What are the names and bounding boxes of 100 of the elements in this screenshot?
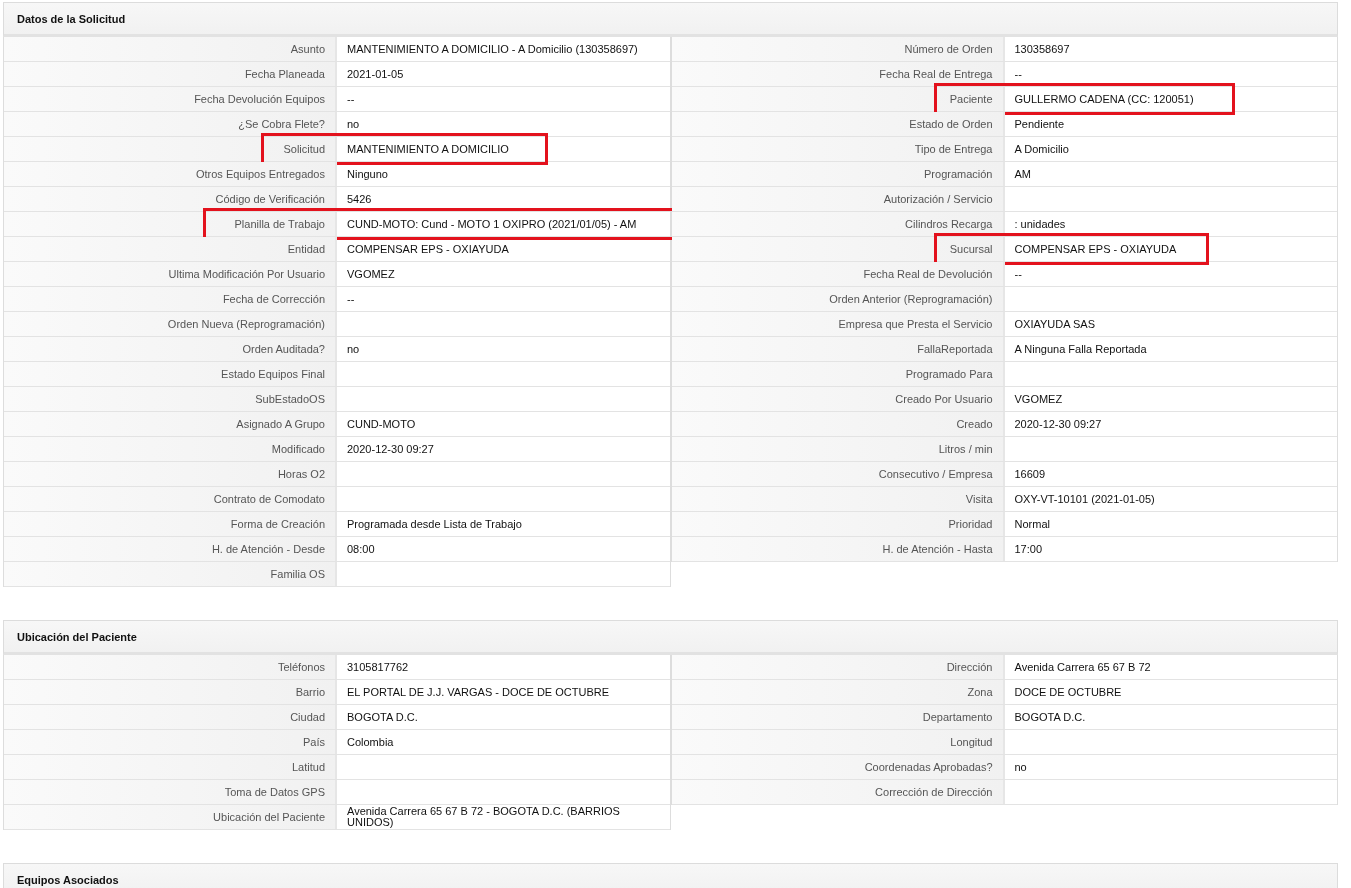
field-label: Programación <box>671 162 1005 186</box>
section-header: Equipos Asociados <box>3 863 1338 888</box>
field-label: SubEstadoOS <box>4 387 337 411</box>
field-label: Tipo de Entrega <box>671 137 1005 161</box>
field-label: Estado Equipos Final <box>4 362 337 386</box>
field-value: Pendiente <box>1014 118 1065 130</box>
field-value: 5426 <box>347 193 372 205</box>
field-value: AM <box>1014 168 1031 180</box>
field-label: Solicitud <box>4 137 337 161</box>
field-label: Horas O2 <box>4 462 337 486</box>
field-label: País <box>4 730 337 754</box>
field-value: GULLERMO CADENA (CC: 120051) <box>1014 93 1194 105</box>
field-label: Barrio <box>4 680 337 704</box>
field-label: Fecha Real de Devolución <box>671 262 1005 286</box>
field-label: Forma de Creación <box>4 512 337 536</box>
section-header: Ubicación del Paciente <box>3 620 1338 655</box>
field-label: H. de Atención - Hasta <box>671 537 1005 561</box>
field-value: 2020-12-30 09:27 <box>347 443 434 455</box>
section-header: Datos de la Solicitud <box>3 2 1338 37</box>
field-label: Programado Para <box>671 362 1005 386</box>
field-value: : unidades <box>1014 218 1066 230</box>
field-value: A Ninguna Falla Reportada <box>1014 343 1147 355</box>
field-label: Prioridad <box>671 512 1005 536</box>
field-value: CUND-MOTO <box>347 418 416 430</box>
field-value: 17:00 <box>1014 543 1043 555</box>
field-label: Planilla de Trabajo <box>4 212 337 236</box>
field-label: Ultima Modificación Por Usuario <box>4 262 337 286</box>
field-value: Programada desde Lista de Trabajo <box>347 518 522 530</box>
field-label: Ubicación del Paciente <box>4 805 337 829</box>
field-label: Creado <box>671 412 1005 436</box>
field-label: Fecha de Corrección <box>4 287 337 311</box>
field-label: Otros Equipos Entregados <box>4 162 337 186</box>
field-label: Empresa que Presta el Servicio <box>671 312 1005 336</box>
field-value: EL PORTAL DE J.J. VARGAS - DOCE DE OCTUBRE <box>347 686 609 698</box>
field-label: Fecha Devolución Equipos <box>4 87 337 111</box>
field-label: Familia OS <box>4 562 337 586</box>
field-label: Dirección <box>671 655 1005 679</box>
field-label: Modificado <box>4 437 337 461</box>
field-label: Toma de Datos GPS <box>4 780 337 804</box>
field-label: Zona <box>671 680 1005 704</box>
field-label: H. de Atención - Desde <box>4 537 337 561</box>
field-value: 2020-12-30 09:27 <box>1014 418 1102 430</box>
field-value: 2021-01-05 <box>347 68 404 80</box>
field-value: Normal <box>1014 518 1050 530</box>
field-label: Contrato de Comodato <box>4 487 337 511</box>
field-value: VGOMEZ <box>1014 393 1063 405</box>
field-value: BOGOTA D.C. <box>347 711 418 723</box>
field-value: OXIAYUDA SAS <box>1014 318 1095 330</box>
field-label: Orden Auditada? <box>4 337 337 361</box>
field-label: Creado Por Usuario <box>671 387 1005 411</box>
field-value: CUND-MOTO: Cund - MOTO 1 OXIPRO (2021/01/05) - AM <box>347 218 637 230</box>
field-label: Paciente <box>671 87 1005 111</box>
field-label: Consecutivo / Empresa <box>671 462 1005 486</box>
field-label: Corrección de Dirección <box>671 780 1005 804</box>
field-value: -- <box>1014 268 1022 280</box>
field-label: Teléfonos <box>4 655 337 679</box>
field-label: Cilindros Recarga <box>671 212 1005 236</box>
field-value: MANTENIMIENTO A DOMICILIO - A Domicilio (130358697) <box>347 43 638 55</box>
field-label: Fecha Planeada <box>4 62 337 86</box>
field-value: Colombia <box>347 736 394 748</box>
field-value: no <box>1014 761 1027 773</box>
field-value: Avenida Carrera 65 67 B 72 <box>1014 661 1151 673</box>
field-label: Orden Anterior (Reprogramación) <box>671 287 1005 311</box>
field-value: A Domicilio <box>1014 143 1069 155</box>
field-label: Entidad <box>4 237 337 261</box>
field-label: Estado de Orden <box>671 112 1005 136</box>
field-label: Departamento <box>671 705 1005 729</box>
field-value: MANTENIMIENTO A DOMICILIO <box>347 143 509 155</box>
field-value: 08:00 <box>347 543 375 555</box>
field-label: Orden Nueva (Reprogramación) <box>4 312 337 336</box>
field-value: no <box>347 118 360 130</box>
field-label: Latitud <box>4 755 337 779</box>
field-value: -- <box>347 93 355 105</box>
field-value: DOCE DE OCTUBRE <box>1014 686 1122 698</box>
field-value: Avenida Carrera 65 67 B 72 - BOGOTA D.C. (BARRIOS UNIDOS) <box>347 806 621 828</box>
field-label: Litros / min <box>671 437 1005 461</box>
field-label: Código de Verificación <box>4 187 337 211</box>
field-value: -- <box>1014 68 1022 80</box>
field-label: Asignado A Grupo <box>4 412 337 436</box>
field-value: OXY-VT-10101 (2021-01-05) <box>1014 493 1155 505</box>
field-value: no <box>347 343 360 355</box>
field-label: Número de Orden <box>671 37 1005 61</box>
field-value: COMPENSAR EPS - OXIAYUDA <box>347 243 509 255</box>
field-value: -- <box>347 293 355 305</box>
field-value: VGOMEZ <box>347 268 395 280</box>
field-label: ¿Se Cobra Flete? <box>4 112 337 136</box>
field-value: 16609 <box>1014 468 1046 480</box>
field-label: Ciudad <box>4 705 337 729</box>
field-label: Fecha Real de Entrega <box>671 62 1005 86</box>
field-value: COMPENSAR EPS - OXIAYUDA <box>1014 243 1177 255</box>
field-label: FallaReportada <box>671 337 1005 361</box>
field-label: Visita <box>671 487 1005 511</box>
field-label: Sucursal <box>671 237 1005 261</box>
field-value: BOGOTA D.C. <box>1014 711 1086 723</box>
field-label: Coordenadas Aprobadas? <box>671 755 1005 779</box>
field-label: Longitud <box>671 730 1005 754</box>
field-value: 130358697 <box>1014 43 1070 55</box>
field-value: Ninguno <box>347 168 388 180</box>
field-label: Autorización / Servicio <box>671 187 1005 211</box>
field-label: Asunto <box>4 37 337 61</box>
